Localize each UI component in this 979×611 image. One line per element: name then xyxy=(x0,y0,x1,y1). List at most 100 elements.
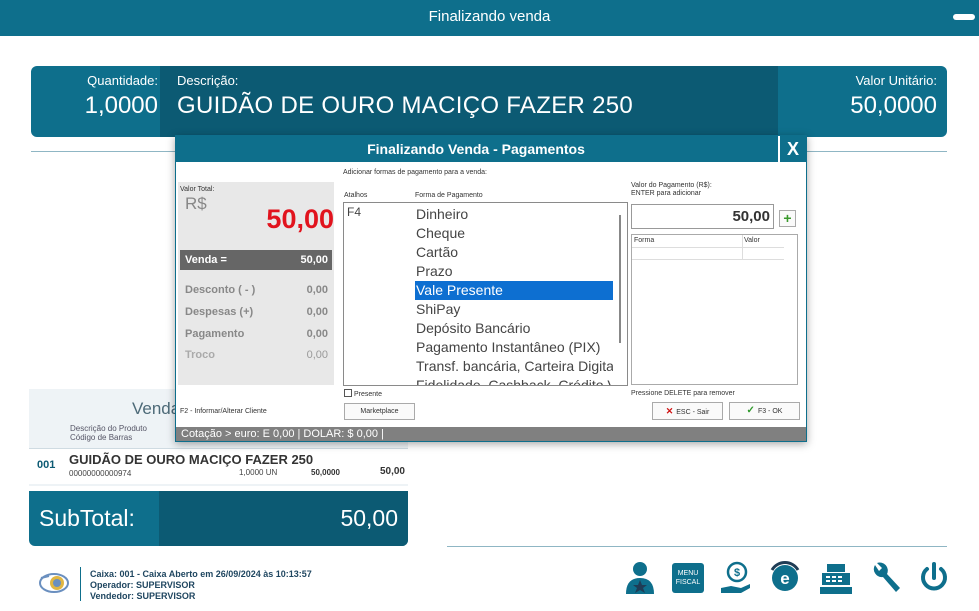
despesas-value: 0,00 xyxy=(306,306,328,318)
enter-hint: ENTER para adicionar xyxy=(631,190,702,197)
despesas-label: Despesas (+) xyxy=(185,306,254,318)
desconto-value: 0,00 xyxy=(306,284,328,296)
payments-grid[interactable]: Forma Valor xyxy=(631,234,798,385)
esc-label: ESC - Sair xyxy=(676,409,710,416)
item-description: GUIDÃO DE OURO MACIÇO FAZER 250 xyxy=(69,452,314,467)
e-document-icon[interactable]: e xyxy=(768,560,802,596)
list-item[interactable]: Pagamento Instantâneo (PIX) xyxy=(415,338,613,357)
window-title: Finalizando venda xyxy=(428,8,551,25)
grid-row-line xyxy=(632,247,784,248)
item-code: 001 xyxy=(37,459,56,471)
total-amount: 50,00 xyxy=(266,204,334,234)
subtotal-label: SubTotal: xyxy=(39,505,135,531)
shortcuts-header: Atalhos xyxy=(344,192,368,199)
cash-register-icon[interactable] xyxy=(819,560,853,596)
company-logo-icon xyxy=(39,573,69,593)
troco-label: Troco xyxy=(185,349,215,361)
subtotal-bar: SubTotal: 50,00 xyxy=(29,491,408,546)
list-item[interactable]: Cartão xyxy=(415,243,613,262)
f2-hint: F2 - Informar/Alterar Cliente xyxy=(180,408,267,415)
pagamento-row: Pagamento 0,00 xyxy=(185,328,331,340)
unit-price-label: Valor Unitário: xyxy=(855,73,937,88)
grid-col-valor: Valor xyxy=(744,237,760,244)
esc-exit-button[interactable]: ✕ ESC - Sair xyxy=(652,402,723,420)
list-item[interactable]: Depósito Bancário xyxy=(415,319,613,338)
method-header: Forma de Pagamento xyxy=(415,192,483,199)
money-hand-icon[interactable]: $ xyxy=(719,560,753,596)
caixa-info: Caixa: 001 - Caixa Aberto em 26/09/2024 … xyxy=(90,569,312,579)
add-payment-button[interactable]: + xyxy=(779,210,796,227)
close-x-icon: ✕ xyxy=(665,406,674,416)
col-description: Descrição do Produto xyxy=(70,424,147,433)
item-total: 50,00 xyxy=(379,466,405,477)
presente-label: Presente xyxy=(354,391,383,398)
menu-fiscal-icon[interactable]: MENU FISCAL xyxy=(672,563,704,593)
total-label: Valor Total: xyxy=(180,186,215,193)
close-button[interactable]: X xyxy=(778,136,806,162)
payment-amount-input[interactable]: 50,00 xyxy=(631,204,774,229)
list-item[interactable]: ShiPay xyxy=(415,300,613,319)
unit-price-value: 50,0000 xyxy=(850,92,937,119)
power-icon[interactable] xyxy=(917,560,951,596)
description-value: GUIDÃO DE OURO MACIÇO FAZER 250 xyxy=(177,92,634,119)
quantity-value: 1,0000 xyxy=(84,92,158,119)
list-item[interactable]: Prazo xyxy=(415,262,613,281)
list-scrollbar[interactable] xyxy=(619,215,621,343)
session-info: Caixa: 001 - Caixa Aberto em 26/09/2024 … xyxy=(90,569,312,602)
venda-row: Venda = 50,00 xyxy=(180,250,332,270)
shortcut-key: F4 xyxy=(347,205,362,219)
list-item[interactable]: Transf. bancária, Carteira Digital xyxy=(415,357,613,376)
dialog-title: Finalizando Venda - Pagamentos xyxy=(367,141,585,157)
payment-value-caption: Valor do Pagamento (R$): xyxy=(631,182,712,189)
minimize-icon[interactable] xyxy=(953,14,975,20)
payment-dialog: Finalizando Venda - Pagamentos X Valor T… xyxy=(175,135,807,442)
footer-separator xyxy=(80,567,81,601)
venda-value: 50,00 xyxy=(300,254,328,266)
description-label: Descrição: xyxy=(177,73,239,88)
totals-panel: Valor Total: R$ 50,00 Venda = 50,00 Desc… xyxy=(178,182,334,385)
payment-value-label: Valor do Pagamento (R$): ENTER para adic… xyxy=(631,182,712,198)
svg-text:$: $ xyxy=(734,567,740,579)
list-item[interactable]: Cheque xyxy=(415,224,613,243)
dialog-title-bar: Finalizando Venda - Pagamentos X xyxy=(176,136,806,162)
item-barcode: 00000000000974 xyxy=(69,469,132,478)
list-item[interactable]: Dinheiro xyxy=(415,205,613,224)
currency-symbol: R$ xyxy=(185,194,207,213)
desconto-label: Desconto ( - ) xyxy=(185,284,256,296)
list-item[interactable]: Fidelidade, Cashback, Crédito Virtual xyxy=(415,376,613,385)
list-item-selected[interactable]: Vale Presente xyxy=(415,281,613,300)
desconto-row: Desconto ( - ) 0,00 xyxy=(185,284,331,296)
wrench-icon[interactable] xyxy=(869,560,903,596)
user-star-icon[interactable] xyxy=(623,560,657,596)
grid-row-line xyxy=(632,259,784,260)
divider xyxy=(447,546,947,547)
check-icon: ✓ xyxy=(746,405,755,416)
item-qty: 1,0000 UN xyxy=(239,468,278,477)
payment-methods-list[interactable]: F4 Dinheiro Cheque Cartão Prazo Vale Pre… xyxy=(343,202,628,386)
ok-label: F3 - OK xyxy=(757,408,783,415)
seller-info: Vendedor: SUPERVISOR xyxy=(90,591,196,601)
add-payment-hint: Adicionar formas de pagamento para a ven… xyxy=(343,169,487,176)
menu-fiscal-text: MENU FISCAL xyxy=(675,570,701,586)
exchange-rate-bar: Cotação > euro: E 0,00 | DOLAR: $ 0,00 | xyxy=(176,427,806,441)
quantity-label: Quantidade: xyxy=(87,73,158,88)
pagamento-label: Pagamento xyxy=(185,328,245,340)
item-unit-price: 50,0000 xyxy=(311,468,340,477)
plus-icon: + xyxy=(783,210,792,226)
f3-ok-button[interactable]: ✓ F3 - OK xyxy=(729,402,800,420)
svg-text:e: e xyxy=(780,569,789,588)
presente-checkbox[interactable] xyxy=(344,389,352,397)
col-barcode: Código de Barras xyxy=(70,433,133,442)
grid-col-forma: Forma xyxy=(634,237,655,244)
presente-checkbox-row[interactable]: Presente xyxy=(344,389,382,398)
marketplace-button[interactable]: Marketplace xyxy=(344,403,415,420)
pagamento-value: 0,00 xyxy=(306,328,328,340)
troco-value: 0,00 xyxy=(306,349,328,361)
venda-label: Venda = xyxy=(185,254,227,266)
troco-row: Troco 0,00 xyxy=(185,349,331,361)
table-row[interactable]: 001 GUIDÃO DE OURO MACIÇO FAZER 250 0000… xyxy=(29,448,408,484)
sale-heading: Venda xyxy=(132,399,181,418)
delete-hint: Pressione DELETE para remover xyxy=(631,390,735,397)
operator-info: Operador: SUPERVISOR xyxy=(90,580,195,590)
current-item-bar: Quantidade: 1,0000 Descrição: GUIDÃO DE … xyxy=(31,66,947,137)
